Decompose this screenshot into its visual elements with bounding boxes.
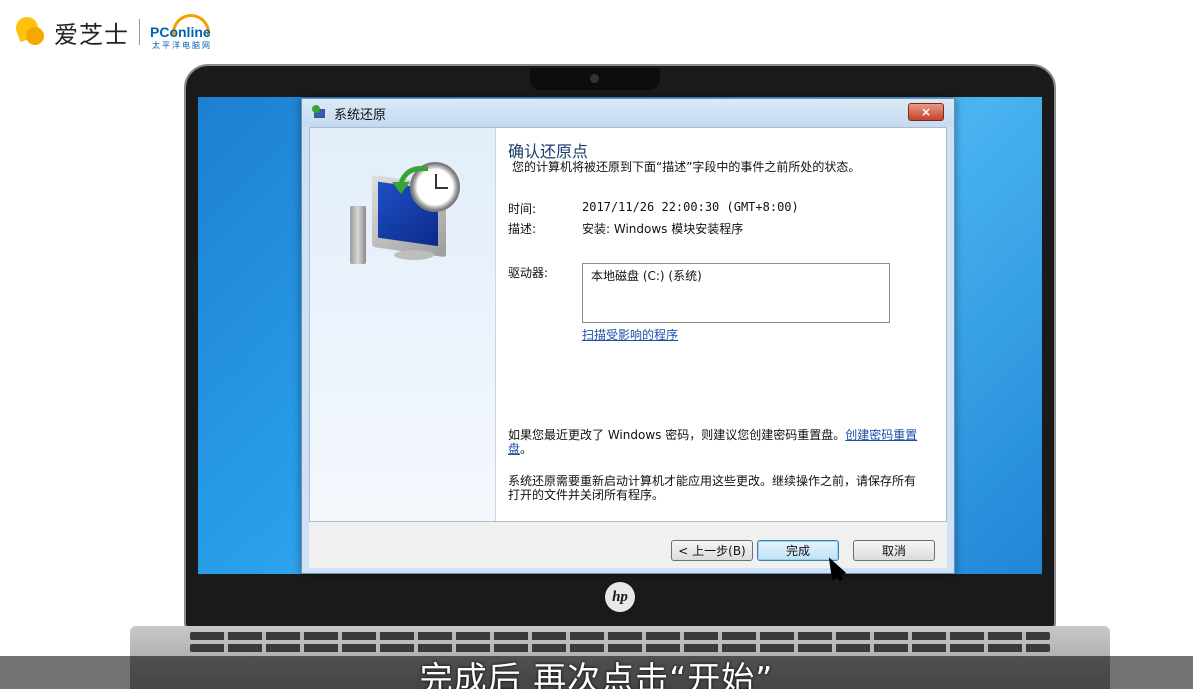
restart-note: 系统还原需要重新启动计算机才能应用这些更改。继续操作之前，请保存所有打开的文件并… — [508, 474, 917, 502]
aizhishi-logo-text: 爱芝士 — [54, 20, 129, 49]
wizard-side-panel — [310, 128, 496, 521]
password-note: 如果您最近更改了 Windows 密码，则建议您创建密码重置盘。创建密码重置盘。 — [508, 428, 918, 456]
wizard-content: 确认还原点 您的计算机将被还原到下面“描述”字段中的事件之前所处的状态。 时间:… — [508, 128, 938, 521]
pconline-logo-word: PConline — [150, 24, 211, 40]
system-restore-dialog: 系统还原 × 确认还原点 您的计算机将被还原到下面“描述”字段中的事件之前所处的… — [301, 98, 955, 574]
drives-label: 驱动器: — [508, 266, 549, 280]
keyboard-row — [190, 632, 1050, 640]
hp-logo: hp — [605, 582, 635, 612]
dialog-titlebar[interactable]: 系统还原 × — [302, 99, 954, 127]
page-description: 您的计算机将被还原到下面“描述”字段中的事件之前所处的状态。 — [512, 160, 861, 174]
dialog-button-bar: < 上一步(B) 完成 取消 — [309, 522, 947, 568]
back-button[interactable]: < 上一步(B) — [671, 540, 753, 561]
description-label: 描述: — [508, 222, 537, 236]
laptop-camera — [530, 68, 660, 90]
pconline-logo: PConline 太平洋电脑网 — [150, 14, 230, 50]
drives-list[interactable]: 本地磁盘 (C:) (系统) — [582, 263, 890, 323]
system-restore-icon — [312, 105, 328, 121]
time-label: 时间: — [508, 202, 537, 216]
password-note-text: 如果您最近更改了 Windows 密码，则建议您创建密码重置盘。 — [508, 428, 846, 442]
logo-divider — [139, 19, 140, 45]
pconline-logo-sub: 太平洋电脑网 — [152, 41, 212, 50]
cancel-button[interactable]: 取消 — [853, 540, 935, 561]
time-value: 2017/11/26 22:00:30 (GMT+8:00) — [582, 200, 799, 214]
close-button[interactable]: × — [908, 103, 944, 121]
page-title: 确认还原点 — [508, 142, 589, 161]
aizhishi-logo-icon — [12, 13, 46, 49]
dialog-title: 系统还原 — [334, 107, 387, 123]
keyboard-row — [190, 644, 1050, 652]
password-note-end: 。 — [520, 442, 533, 456]
branding: 爱芝士 PConline 太平洋电脑网 — [12, 12, 230, 52]
system-restore-illustration-icon — [350, 162, 470, 272]
scan-affected-programs-link[interactable]: 扫描受影响的程序 — [582, 326, 678, 343]
video-subtitle: 完成后 再次点击“开始” — [419, 659, 774, 689]
list-item[interactable]: 本地磁盘 (C:) (系统) — [591, 267, 702, 284]
description-value: 安装: Windows 模块安装程序 — [582, 222, 744, 236]
dialog-client: 确认还原点 您的计算机将被还原到下面“描述”字段中的事件之前所处的状态。 时间:… — [309, 127, 947, 522]
